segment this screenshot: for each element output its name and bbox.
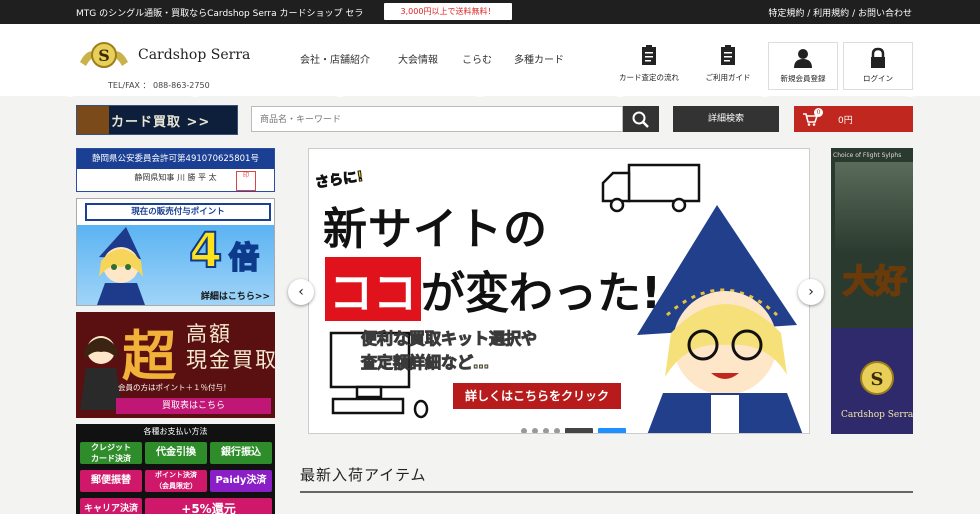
pay-credit-card: クレジット カード決済 bbox=[80, 442, 142, 464]
mascot-illustration bbox=[97, 227, 145, 305]
cash-note: 会員の方はポイント＋１％付与！ bbox=[118, 383, 231, 392]
points-multiplier: 4 bbox=[188, 222, 223, 280]
side-big-text: 大好 bbox=[842, 261, 908, 301]
points-banner[interactable]: 現在の販売付与ポイント 4 倍 詳細はこちら>> bbox=[76, 198, 275, 306]
slider-prev-button[interactable]: ‹ bbox=[288, 279, 314, 305]
pay-paidy: Paidy決済 bbox=[210, 470, 272, 492]
nav-company[interactable]: 会社・店舗紹介 bbox=[300, 51, 370, 66]
guide-button[interactable]: ご利用ガイド bbox=[693, 42, 763, 88]
payments-header: 各種お支払い方法 bbox=[143, 427, 208, 436]
search-input[interactable] bbox=[258, 108, 622, 132]
mascot-illustration bbox=[637, 205, 803, 433]
permit-number: 静岡県公安委員会許可第491070625801号 bbox=[77, 149, 274, 169]
card-buy-banner[interactable]: カード買取 >> bbox=[76, 105, 238, 135]
contact-link[interactable]: お問い合わせ bbox=[858, 9, 912, 19]
nav-other-cards[interactable]: 多種カード bbox=[514, 51, 564, 66]
buy-banner-label: カード買取 >> bbox=[111, 115, 211, 130]
slide-sub-1: 便利な買取キット選択や bbox=[360, 329, 538, 349]
pay-cod: 代金引換 bbox=[145, 442, 207, 464]
search-icon bbox=[632, 111, 649, 128]
search-button[interactable] bbox=[623, 106, 659, 132]
top-bar: MTG のシングル通販・買取ならCardshop Serra カードショップ セ… bbox=[0, 0, 980, 24]
cart-button[interactable]: 0 0円 bbox=[794, 106, 913, 132]
points-header: 現在の販売付与ポイント bbox=[85, 203, 271, 221]
register-label: 新規会員登録 bbox=[780, 74, 826, 83]
hero-slide[interactable]: さらに! 新サイトの ココ が変わった! 便利な買取キット選択や 査定額詳細など… bbox=[308, 148, 810, 434]
slider-dot[interactable] bbox=[554, 428, 560, 433]
cash-buyback-banner[interactable]: 超 高額 現金買取 会員の方はポイント＋１％付与！ 買取表はこちら bbox=[76, 312, 275, 418]
mascot-illustration bbox=[80, 336, 122, 410]
clipboard-icon bbox=[721, 45, 735, 65]
new-arrivals-title: 最新入荷アイテム bbox=[300, 466, 427, 484]
pay-bank-transfer: 銀行振込 bbox=[210, 442, 272, 464]
section-divider bbox=[300, 491, 913, 493]
cart-amount: 0円 bbox=[838, 116, 853, 126]
nav-column[interactable]: こらむ bbox=[462, 51, 492, 66]
emblem-letter: S bbox=[871, 369, 884, 390]
slider-next-button[interactable]: › bbox=[798, 279, 824, 305]
pay-points: ポイント決済 （会員限定） bbox=[145, 470, 207, 492]
user-icon bbox=[794, 49, 812, 68]
nav-tournaments[interactable]: 大会情報 bbox=[398, 51, 438, 66]
seal-stamp: 印 bbox=[236, 171, 256, 191]
cart-count-badge: 0 bbox=[814, 108, 823, 117]
antique-dealer-permit: 静岡県公安委員会許可第491070625801号 静岡県知事 川 勝 平 太 印 bbox=[76, 148, 275, 192]
clipboard-icon bbox=[642, 45, 656, 65]
points-details-link[interactable]: 詳細はこちら>> bbox=[201, 289, 270, 302]
appraisal-flow-button[interactable]: カード査定の流れ bbox=[614, 42, 684, 88]
appraisal-flow-label: カード査定の流れ bbox=[619, 73, 679, 82]
site-logo[interactable]: S Cardshop Serra bbox=[76, 40, 266, 74]
register-button[interactable]: 新規会員登録 bbox=[768, 42, 838, 90]
slider-dot-active[interactable] bbox=[565, 428, 593, 433]
pay-carrier: キャリア決済 bbox=[80, 498, 142, 514]
super-glyph: 超 bbox=[122, 324, 176, 388]
brand-name: Cardshop Serra bbox=[138, 47, 251, 63]
side-card-title: Choice of Flight Sylphs bbox=[833, 152, 902, 159]
slide-headline-2-highlight: ココ bbox=[325, 257, 421, 321]
site-tagline: MTG のシングル通販・買取ならCardshop Serra カードショップ セ… bbox=[76, 9, 364, 19]
search-box bbox=[251, 106, 623, 132]
slider-dot[interactable] bbox=[521, 428, 527, 433]
slider-dot[interactable] bbox=[532, 428, 538, 433]
slide-headline-2: が変わった! bbox=[421, 268, 662, 319]
pay-cashback: +5%還元 bbox=[145, 498, 272, 514]
payment-methods: 各種お支払い方法 クレジット カード決済 代金引換 銀行振込 郵便振替 ポイント… bbox=[76, 424, 275, 514]
serra-emblem-icon: S bbox=[860, 361, 894, 395]
serra-emblem-icon: S bbox=[80, 42, 128, 68]
buy-list-button[interactable]: 買取表はこちら bbox=[116, 398, 271, 414]
top-links: 特定規約 / 利用規約 / お問い合わせ bbox=[768, 6, 912, 19]
slide-kicker: さらに! bbox=[314, 168, 365, 192]
free-shipping-banner[interactable]: 3,000円以上で送料無料！ bbox=[384, 3, 512, 20]
terms-link[interactable]: 特定規約 bbox=[768, 9, 804, 19]
login-label: ログイン bbox=[863, 74, 893, 83]
detail-search-button[interactable]: 詳細検索 bbox=[673, 106, 779, 132]
slide-sub-2: 査定額詳細など… bbox=[360, 353, 490, 373]
login-button[interactable]: ログイン bbox=[843, 42, 913, 90]
usage-terms-link[interactable]: 利用規約 bbox=[813, 9, 849, 19]
link-separator: / bbox=[852, 9, 856, 19]
pay-postal-transfer: 郵便振替 bbox=[80, 470, 142, 492]
slider-dot[interactable] bbox=[543, 428, 549, 433]
emblem-letter: S bbox=[98, 46, 110, 65]
slider-dots bbox=[521, 419, 631, 433]
slider-dot[interactable] bbox=[598, 428, 626, 433]
lock-icon bbox=[871, 47, 885, 68]
slide-cta-button[interactable]: 詳しくはこちらをクリック bbox=[453, 383, 621, 409]
guide-label: ご利用ガイド bbox=[705, 73, 751, 82]
side-brand-text: Cardshop Serra bbox=[841, 410, 913, 420]
side-card-art bbox=[835, 162, 913, 254]
next-slide-preview[interactable]: Choice of Flight Sylphs 大好 S Cardshop Se… bbox=[831, 148, 913, 434]
buy-banner-badge bbox=[77, 106, 109, 134]
cash-title-2: 現金買取 bbox=[186, 348, 275, 372]
link-separator: / bbox=[807, 9, 811, 19]
points-unit: 倍 bbox=[228, 240, 260, 277]
tel-fax: TEL/FAX ： 088-863-2750 bbox=[108, 81, 210, 90]
slide-headline-1: 新サイトの bbox=[323, 204, 548, 255]
